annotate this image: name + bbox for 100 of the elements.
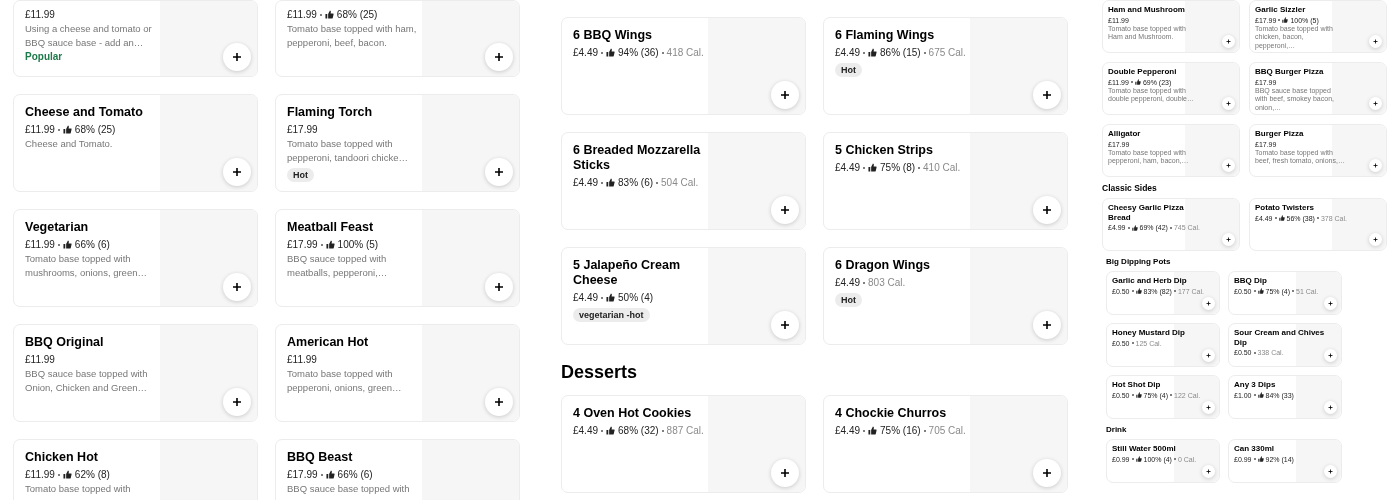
item-rating: 86% (15): [880, 46, 921, 60]
plus-icon: [232, 397, 242, 407]
item-rating: 75% (8): [880, 161, 916, 175]
thumbs-up-icon: [1134, 79, 1141, 85]
item-title: BBQ Beast: [287, 450, 354, 465]
thumbs-up-icon: [62, 240, 72, 249]
plus-icon: [1226, 101, 1231, 106]
plus-icon: [1328, 405, 1333, 410]
menu-card[interactable]: 5 Jalapeño Cream Cheese £4.49 50% (4) vegetarian -hot: [561, 247, 806, 345]
image-placeholder: [1174, 440, 1219, 482]
item-title: Burger Pizza: [1255, 129, 1305, 139]
section-heading: Classic Sides: [1102, 183, 1158, 193]
section-heading: Drink: [1106, 425, 1128, 434]
plus-icon: [1206, 353, 1211, 358]
item-price: £11.99: [25, 8, 55, 22]
menu-card[interactable]: 6 Breaded Mozzarella Sticks £4.49 83% (6) 504 Cal.: [561, 132, 806, 230]
image-placeholder: [1174, 272, 1219, 314]
menu-card[interactable]: 4 Oven Hot Cookies £4.49 68% (32) 887 Cal.: [561, 395, 806, 493]
thumbs-up-icon: [1278, 215, 1285, 221]
item-title: Ham and Mushroom: [1108, 5, 1186, 15]
thumbs-up-icon: [1135, 456, 1142, 462]
item-price: £4.49: [573, 46, 599, 60]
item-description: BBQ sauce base topped with Onion, Chicken and Green…: [25, 367, 149, 395]
item-calories: 803 Cal.: [868, 276, 906, 290]
menu-card[interactable]: Cheese and Tomato £11.99 68% (25) Cheese and Tomato.: [13, 94, 258, 192]
item-title: Sour Cream and Chives Dip: [1234, 328, 1326, 347]
plus-icon: [1373, 163, 1378, 168]
item-title: 6 Flaming Wings: [835, 28, 936, 43]
item-rating: 83% (6): [618, 176, 654, 190]
menu-card[interactable]: £11.99 Using a cheese and tomato or BBQ sauce base - add an… Popular: [13, 0, 258, 77]
item-title: BBQ Original: [25, 335, 105, 350]
plus-icon: [1206, 301, 1211, 306]
item-price: £4.49: [573, 424, 599, 438]
tag-badge: vegetarian -hot: [573, 308, 650, 322]
item-price: £4.49: [573, 291, 599, 305]
item-description: Tomato base topped with mushrooms, onions, green…: [25, 252, 148, 280]
menu-card[interactable]: Vegetarian £11.99 66% (6) Tomato base topped with mushrooms, onions, green…: [13, 209, 258, 307]
item-title: Meatball Feast: [287, 220, 375, 235]
plus-icon: [1042, 90, 1052, 100]
item-title: BBQ Dip: [1234, 276, 1268, 286]
item-title: American Hot: [287, 335, 370, 350]
item-price: £4.49: [835, 161, 861, 175]
item-title: 6 BBQ Wings: [573, 28, 654, 43]
item-title: Can 330ml: [1234, 444, 1276, 454]
item-title: Hot Shot Dip: [1112, 380, 1162, 390]
thumbs-up-icon: [325, 470, 335, 479]
thumbs-up-icon: [1282, 17, 1289, 23]
menu-card[interactable]: BBQ Original £11.99 BBQ sauce base topped with Onion, Chicken and Green…: [13, 324, 258, 422]
plus-icon: [780, 320, 790, 330]
item-calories: 705 Cal.: [928, 424, 966, 438]
image-placeholder: [1174, 324, 1219, 366]
popular-label: Popular: [25, 51, 63, 62]
section-heading: Desserts: [561, 362, 639, 383]
item-calories: 887 Cal.: [666, 424, 704, 438]
item-description: Cheese and Tomato.: [25, 137, 114, 151]
item-rating: 68% (32): [618, 424, 659, 438]
plus-icon: [780, 90, 790, 100]
item-title: Cheesy Garlic Pizza Bread: [1108, 203, 1185, 222]
item-rating: 68% (25): [74, 123, 116, 137]
item-calories: 504 Cal.: [661, 176, 699, 190]
item-title: Alligator: [1108, 129, 1142, 139]
tag-badge: Hot: [835, 63, 862, 77]
plus-icon: [494, 167, 504, 177]
menu-card[interactable]: Chicken Hot £11.99 62% (8) Tomato base topped with: [13, 439, 258, 500]
menu-card[interactable]: Flaming Torch £17.99 Tomato base topped with pepperoni, tandoori chicke… Hot: [275, 94, 520, 192]
thumbs-up-icon: [62, 125, 72, 134]
plus-icon: [780, 468, 790, 478]
plus-icon: [494, 282, 504, 292]
item-title: Vegetarian: [25, 220, 90, 235]
item-calories: 418 Cal.: [666, 46, 704, 60]
thumbs-up-icon: [325, 240, 335, 249]
plus-icon: [1328, 353, 1333, 358]
plus-icon: [1328, 469, 1333, 474]
thumbs-up-icon: [62, 470, 72, 479]
thumbs-up-icon: [606, 426, 616, 435]
item-rating: 75% (16): [880, 424, 921, 438]
image-placeholder: [1296, 440, 1341, 482]
menu-card[interactable]: 4 Chockie Churros £4.49 75% (16) 705 Cal.: [823, 395, 1068, 493]
menu-card[interactable]: 6 Flaming Wings £4.49 86% (15) 675 Cal. Hot: [823, 17, 1068, 115]
menu-card[interactable]: 6 Dragon Wings £4.49 803 Cal. Hot: [823, 247, 1068, 345]
thumbs-up-icon: [868, 163, 878, 172]
plus-icon: [232, 167, 242, 177]
item-title: Garlic and Herb Dip: [1112, 276, 1188, 286]
item-description: Tomato base topped with ham, pepperoni, beef, bacon.: [287, 22, 417, 50]
item-title: Still Water 500ml: [1112, 444, 1177, 454]
item-price: £4.49: [835, 424, 861, 438]
section-heading: Big Dipping Pots: [1106, 257, 1172, 266]
item-title: 4 Oven Hot Cookies: [573, 406, 693, 421]
menu-card[interactable]: £11.99 68% (25) Tomato base topped with ham, pepperoni, beef, bacon.: [275, 0, 520, 77]
menu-card[interactable]: BBQ Beast £17.99 66% (6) BBQ sauce base topped with: [275, 439, 520, 500]
item-title: Honey Mustard Dip: [1112, 328, 1185, 338]
menu-card[interactable]: American Hot £11.99 Tomato base topped with pepperoni, onions, green…: [275, 324, 520, 422]
image-placeholder: [1296, 272, 1341, 314]
plus-icon: [232, 282, 242, 292]
image-placeholder: [1184, 199, 1239, 250]
plus-icon: [232, 52, 242, 62]
menu-card[interactable]: Meatball Feast £17.99 100% (5) BBQ sauce topped with meatballs, pepperoni,…: [275, 209, 520, 307]
menu-card[interactable]: 5 Chicken Strips £4.49 75% (8) 410 Cal.: [823, 132, 1068, 230]
image-placeholder: [1331, 1, 1386, 52]
menu-card[interactable]: 6 BBQ Wings £4.49 94% (36) 418 Cal.: [561, 17, 806, 115]
